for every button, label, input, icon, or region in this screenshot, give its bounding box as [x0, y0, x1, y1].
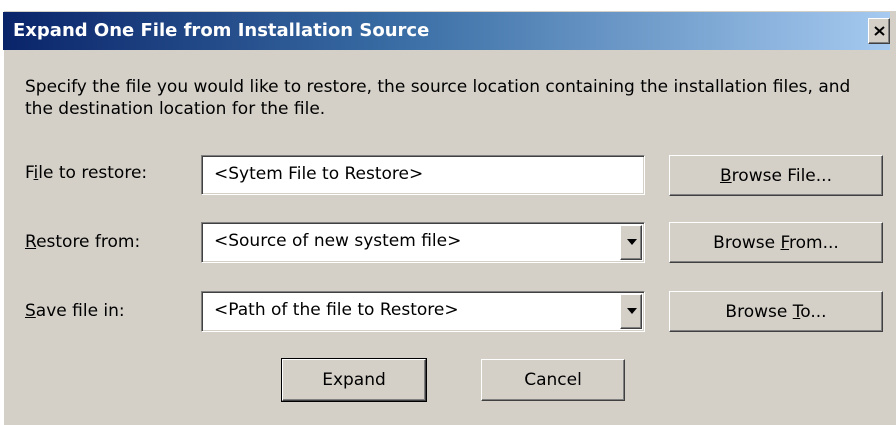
- expand-button[interactable]: Expand: [281, 358, 427, 402]
- file-to-restore-label: File to restore:: [25, 163, 148, 183]
- cancel-button[interactable]: Cancel: [481, 359, 625, 401]
- close-icon: [874, 26, 885, 36]
- title-bar[interactable]: Expand One File from Installation Source: [3, 12, 890, 50]
- window-title: Expand One File from Installation Source: [13, 20, 430, 41]
- restore-from-value: <Source of new system file>: [214, 231, 462, 251]
- chevron-down-icon: [627, 308, 637, 314]
- browse-file-button[interactable]: Browse File...: [669, 155, 883, 196]
- save-file-in-value: <Path of the file to Restore>: [214, 300, 459, 320]
- browse-from-button[interactable]: Browse From...: [669, 222, 883, 263]
- file-to-restore-input[interactable]: <Sytem File to Restore>: [201, 155, 645, 195]
- restore-from-label: Restore from:: [25, 232, 141, 252]
- save-file-in-dropdown-button[interactable]: [620, 294, 642, 329]
- file-to-restore-value: <Sytem File to Restore>: [214, 164, 424, 184]
- close-button[interactable]: [868, 18, 890, 44]
- restore-from-combobox[interactable]: <Source of new system file>: [201, 222, 645, 263]
- save-file-in-label: Save file in:: [25, 301, 125, 321]
- browse-to-button[interactable]: Browse To...: [669, 291, 883, 332]
- instructions-text: Specify the file you would like to resto…: [25, 77, 851, 119]
- chevron-down-icon: [627, 239, 637, 245]
- dialog-window: [3, 10, 896, 425]
- save-file-in-combobox[interactable]: <Path of the file to Restore>: [201, 291, 645, 332]
- cancel-button-label: Cancel: [524, 370, 582, 390]
- expand-button-label: Expand: [322, 370, 386, 390]
- restore-from-dropdown-button[interactable]: [620, 225, 642, 260]
